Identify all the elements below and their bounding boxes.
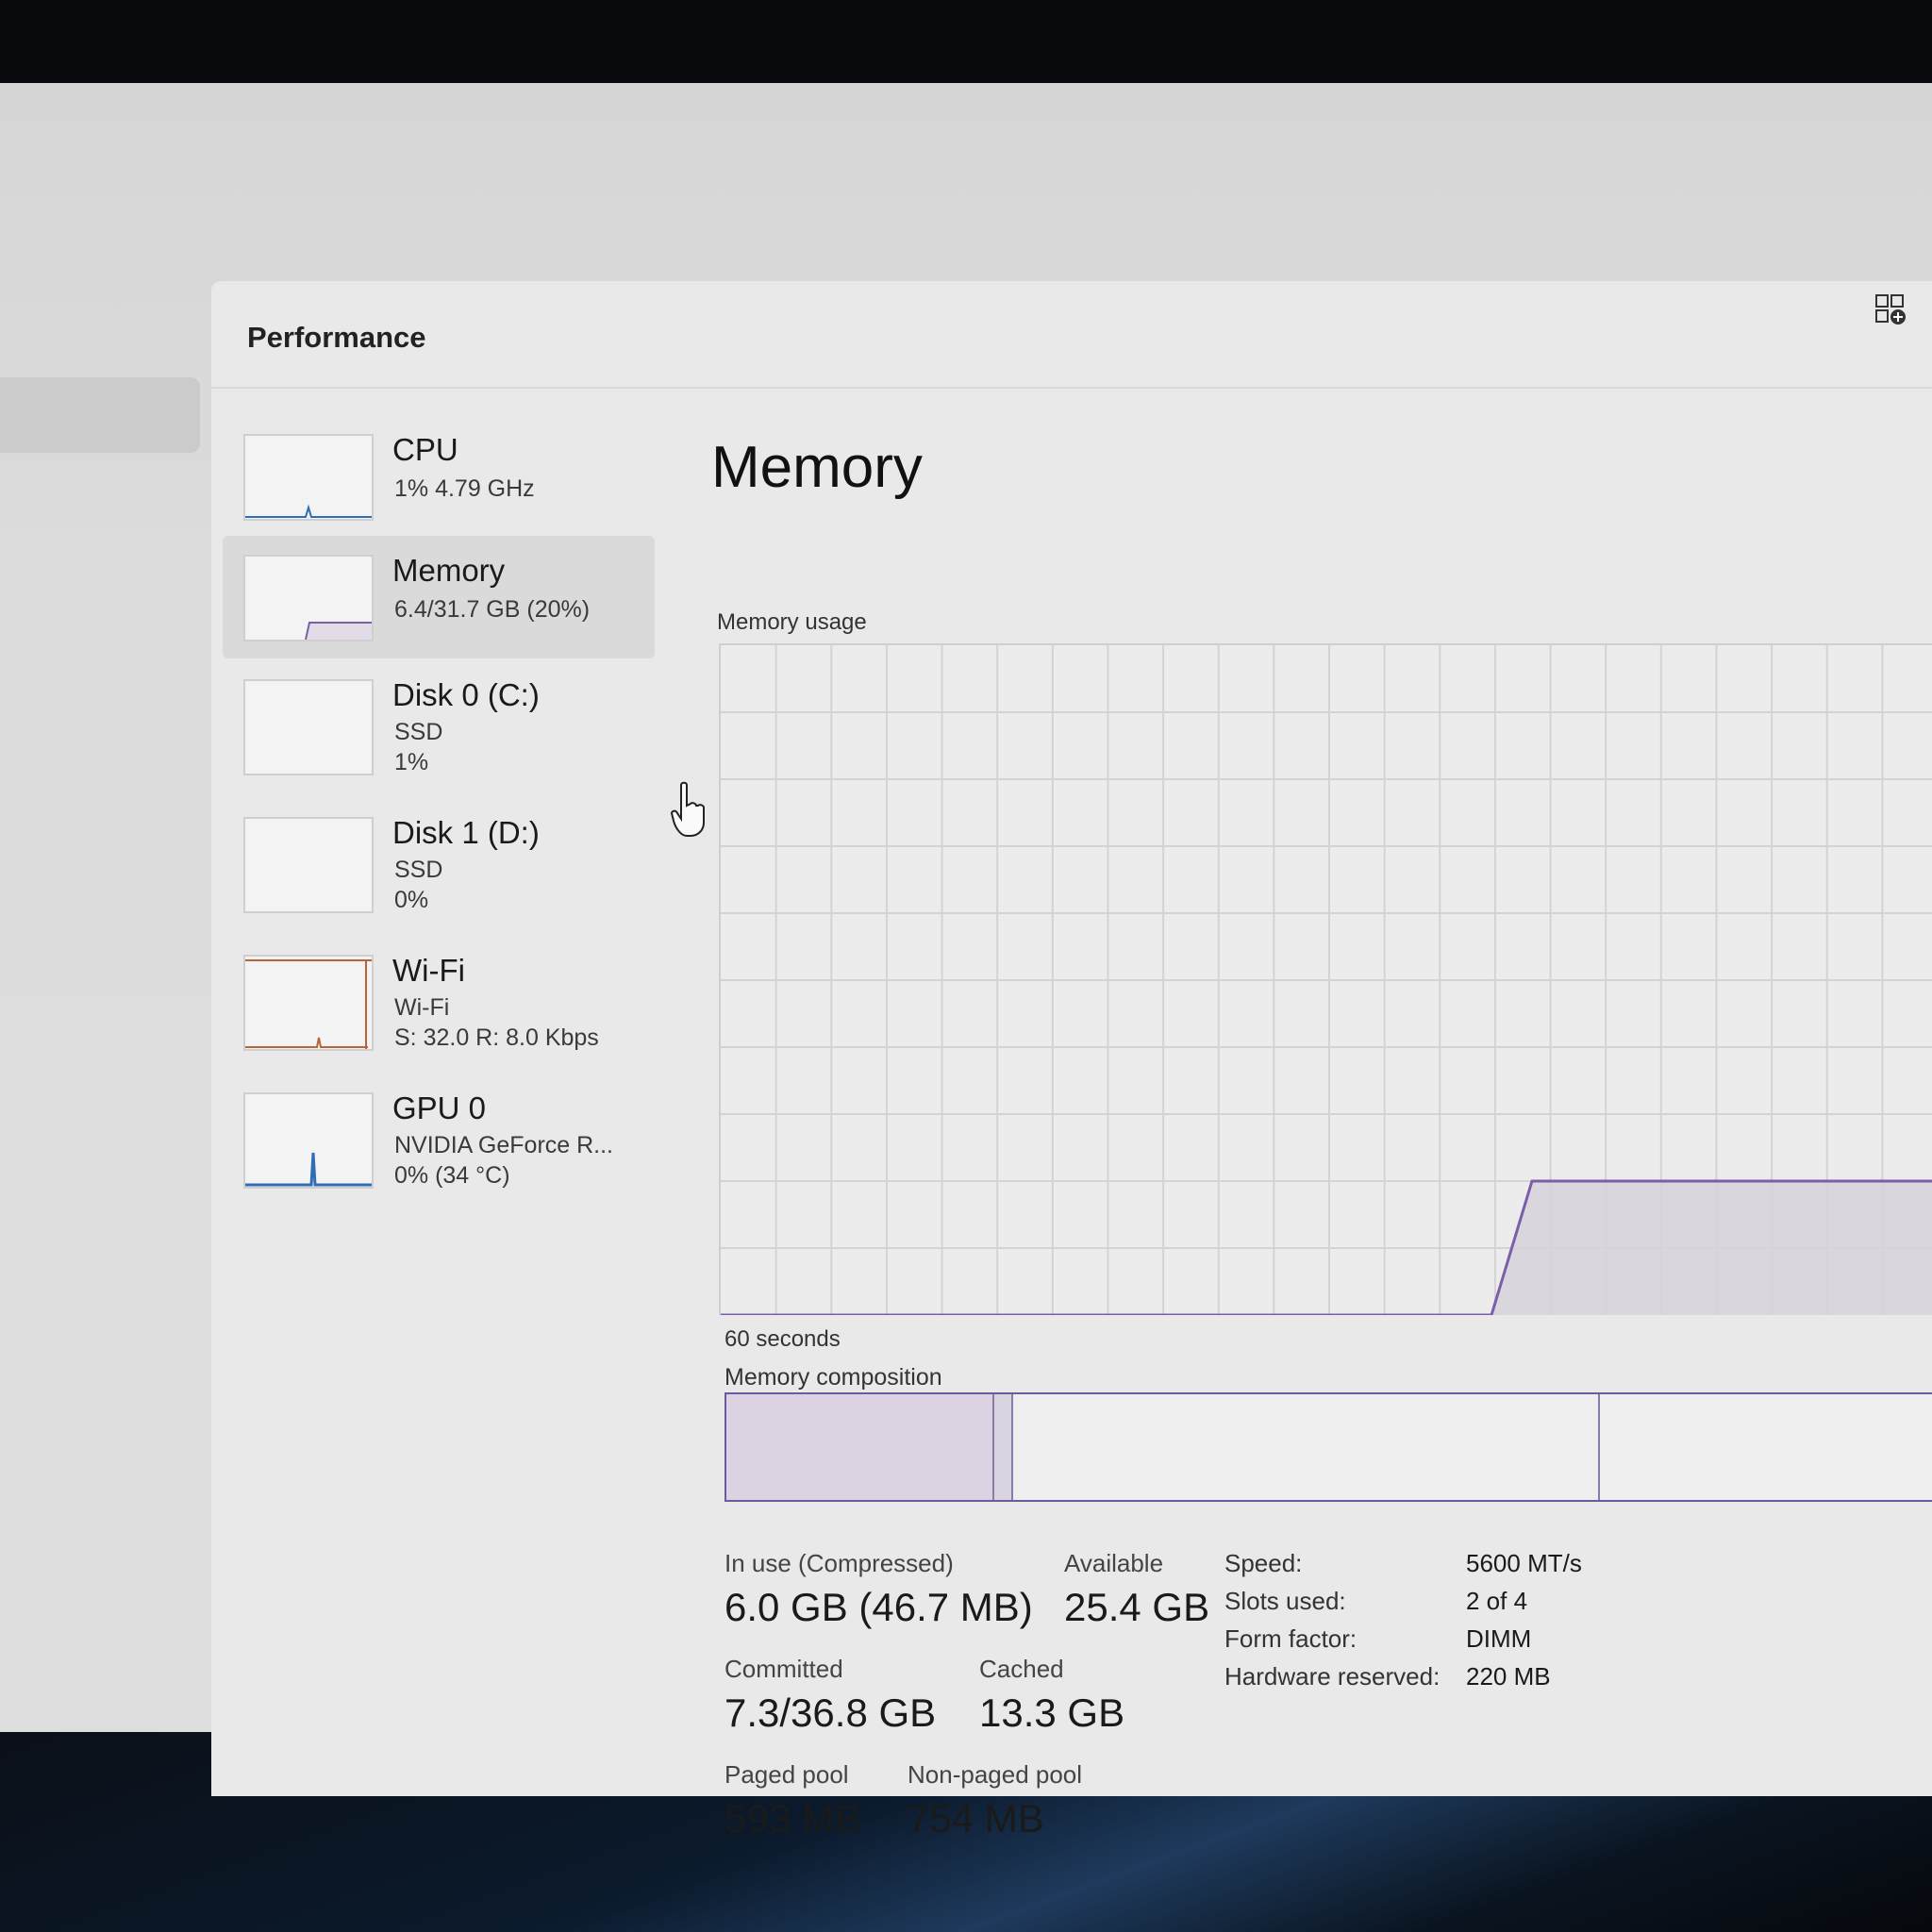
paged-pool-value: 593 MB — [724, 1796, 861, 1840]
wifi-adapter: Wi-Fi — [394, 994, 450, 1021]
disk-1-type: SSD — [394, 857, 443, 883]
hand-pointer-icon — [670, 781, 708, 838]
disk-0-thumbnail — [243, 679, 374, 775]
non-paged-pool-value: 754 MB — [908, 1796, 1044, 1840]
cpu-thumbnail — [243, 434, 374, 521]
memory-composition-bar — [724, 1392, 1932, 1502]
sidebar-item-disk-1[interactable]: Disk 1 (D:) SSD 0% — [223, 798, 655, 921]
sidebar-item-memory[interactable]: Memory 6.4/31.7 GB (20%) — [223, 536, 655, 658]
nav-selected-pill[interactable] — [0, 377, 200, 453]
window-header: Performance — [211, 281, 1932, 389]
widget-add-icon[interactable] — [1874, 292, 1907, 326]
memory-usage-svg — [721, 645, 1932, 1315]
gpu-0-title: GPU 0 — [392, 1091, 487, 1125]
sidebar-item-wifi[interactable]: Wi-Fi Wi-Fi S: 32.0 R: 8.0 Kbps — [223, 936, 655, 1058]
memory-detail: 6.4/31.7 GB (20%) — [394, 596, 591, 623]
cpu-title: CPU — [392, 432, 458, 467]
disk-0-title: Disk 0 (C:) — [392, 677, 540, 712]
composition-modified — [994, 1394, 1013, 1500]
time-window-label: 60 seconds — [724, 1326, 841, 1352]
memory-thumbnail — [243, 555, 374, 641]
gpu-0-thumbnail — [243, 1092, 374, 1189]
paged-pool-label: Paged pool — [724, 1760, 849, 1789]
memory-detail-pane: Memory Memory usage 60 seconds Memory co… — [711, 387, 1932, 1840]
cached-label: Cached — [979, 1655, 1064, 1683]
slots-used-label: Slots used: — [1224, 1587, 1346, 1615]
wifi-throughput: S: 32.0 R: 8.0 Kbps — [394, 1024, 599, 1051]
task-manager-window: Performance CPU 1% 4.79 GHz Memory 6.4/3… — [211, 281, 1932, 1840]
cpu-detail: 1% 4.79 GHz — [394, 475, 535, 502]
performance-sidebar: CPU 1% 4.79 GHz Memory 6.4/31.7 GB (20%)… — [211, 387, 664, 1796]
memory-usage-graph — [719, 643, 1932, 1315]
form-factor-label: Form factor: — [1224, 1624, 1357, 1653]
composition-standby — [1013, 1394, 1600, 1500]
speed-label: Speed: — [1224, 1549, 1303, 1577]
sidebar-item-cpu[interactable]: CPU 1% 4.79 GHz — [223, 415, 655, 538]
disk-0-usage: 1% — [394, 749, 429, 775]
monitor-screen: Performance CPU 1% 4.79 GHz Memory 6.4/3… — [0, 83, 1932, 1840]
gpu-0-usage: 0% (34 °C) — [394, 1162, 510, 1189]
available-value: 25.4 GB — [1064, 1585, 1210, 1629]
sidebar-item-gpu-0[interactable]: GPU 0 NVIDIA GeForce R... 0% (34 °C) — [223, 1074, 655, 1196]
non-paged-pool-label: Non-paged pool — [908, 1760, 1083, 1789]
disk-1-thumbnail — [243, 817, 374, 913]
hardware-reserved-label: Hardware reserved: — [1224, 1662, 1441, 1690]
committed-value: 7.3/36.8 GB — [724, 1690, 937, 1735]
disk-1-title: Disk 1 (D:) — [392, 815, 540, 850]
form-factor-value: DIMM — [1466, 1624, 1532, 1653]
page-title: Performance — [247, 321, 426, 354]
composition-in-use — [726, 1394, 994, 1500]
sidebar-item-disk-0[interactable]: Disk 0 (C:) SSD 1% — [223, 660, 655, 783]
memory-title: Memory — [392, 553, 506, 588]
gpu-0-model: NVIDIA GeForce R... — [394, 1132, 614, 1158]
available-label: Available — [1064, 1549, 1164, 1577]
wifi-title: Wi-Fi — [392, 953, 465, 988]
disk-1-usage: 0% — [394, 887, 429, 913]
speed-value: 5600 MT/s — [1466, 1549, 1582, 1577]
memory-heading: Memory — [711, 435, 923, 500]
memory-usage-label: Memory usage — [717, 609, 867, 635]
disk-0-type: SSD — [394, 719, 443, 745]
slots-used-value: 2 of 4 — [1466, 1587, 1528, 1615]
wifi-thumbnail — [243, 955, 374, 1051]
memory-composition-label: Memory composition — [724, 1364, 942, 1391]
committed-label: Committed — [724, 1655, 843, 1683]
hardware-reserved-value: 220 MB — [1466, 1662, 1551, 1690]
cached-value: 13.3 GB — [979, 1690, 1125, 1735]
in-use-label: In use (Compressed) — [724, 1549, 954, 1577]
in-use-value: 6.0 GB (46.7 MB) — [724, 1585, 1033, 1629]
